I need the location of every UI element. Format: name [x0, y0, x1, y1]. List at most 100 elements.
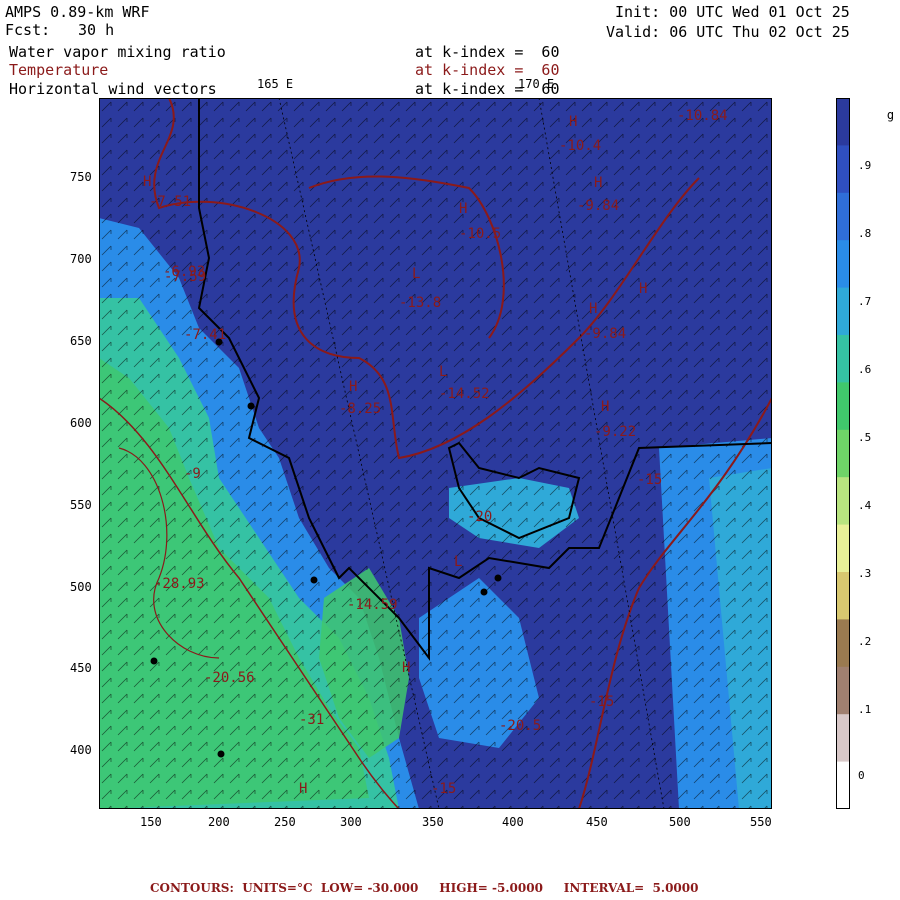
contour-label: H — [299, 781, 307, 797]
contour-label: L — [454, 554, 462, 570]
contour-label: -13.8 — [399, 295, 441, 311]
colorbar-tick-label: 0 — [858, 769, 865, 782]
colorbar-swatch — [836, 761, 850, 809]
colorbar-tick-label: .2 — [858, 635, 872, 648]
y-tick-label: 600 — [70, 416, 92, 430]
colorbar-swatch — [836, 619, 850, 668]
station-marker — [217, 750, 225, 758]
y-tick-label: 750 — [70, 170, 92, 184]
contour-label: H — [349, 379, 357, 395]
x-tick-label: 400 — [502, 815, 524, 829]
forecast-label: Fcst: — [5, 21, 51, 39]
contour-label: -9.22 — [594, 424, 636, 440]
contour-label: -20.56 — [204, 670, 255, 686]
station-marker — [247, 402, 255, 410]
contour-label: H — [594, 175, 602, 191]
valid-time: Valid: 06 UTC Thu 02 Oct 25 — [606, 23, 850, 41]
contour-label: -10.4 — [559, 138, 601, 154]
colorbar-swatch — [836, 666, 850, 715]
contour-label: -9 — [184, 466, 201, 482]
x-tick-label: 150 — [140, 815, 162, 829]
colorbar-tick-label: .6 — [858, 363, 872, 376]
contour-label: L — [412, 266, 420, 282]
station-marker — [480, 588, 488, 596]
contour-label: -15 — [589, 694, 614, 710]
x-tick-label: 500 — [669, 815, 691, 829]
y-tick-label: 550 — [70, 498, 92, 512]
contour-info: CONTOURS: UNITS=°C LOW= -30.000 HIGH= -5… — [150, 881, 699, 895]
y-tick-label: 650 — [70, 334, 92, 348]
contour-label: -14.52 — [439, 386, 490, 402]
contour-label: -28.93 — [154, 576, 205, 592]
model-title: AMPS 0.89-km WRF — [5, 3, 150, 21]
colorbar-swatch — [836, 382, 850, 431]
field-name-temperature: Temperature — [9, 61, 109, 79]
contour-label: -8.25 — [339, 401, 381, 417]
contour-label: -7.41 — [184, 327, 226, 343]
contour-label: H — [143, 174, 151, 190]
colorbar-tick-label: .9 — [858, 159, 872, 172]
colorbar-swatch — [836, 477, 850, 526]
contour-label: H — [459, 201, 467, 217]
station-marker — [494, 574, 502, 582]
colorbar-swatch — [836, 335, 850, 383]
contour-label: H — [569, 114, 577, 130]
contour-label: H — [589, 301, 597, 317]
colorbar-swatch — [836, 429, 850, 478]
y-tick-label: 700 — [70, 252, 92, 266]
colorbar-tick-label: .8 — [858, 227, 872, 240]
colorbar-units: g kg-1 — [886, 108, 895, 122]
x-tick-label: 550 — [750, 815, 772, 829]
longitude-label-165: 165 E — [257, 77, 294, 91]
contour-label: -15 — [637, 472, 662, 488]
contour-label: -31 — [299, 712, 324, 728]
map-plot: H-7.59H-7.51-6.93-7.41H-10.5L-13.8L-14.5… — [99, 98, 772, 809]
station-marker — [150, 657, 158, 665]
x-tick-label: 250 — [274, 815, 296, 829]
contour-label: -10.5 — [459, 226, 501, 242]
x-tick-label: 200 — [208, 815, 230, 829]
colorbar-labels: g kg-1 .9 .8 .7 .6 .5 .4 .3 .2 .1 0 — [856, 94, 900, 814]
colorbar-swatch — [836, 98, 850, 146]
contour-label: -20.5 — [499, 718, 541, 734]
field-name-vapor: Water vapor mixing ratio — [9, 43, 226, 61]
init-time: Init: 00 UTC Wed 01 Oct 25 — [615, 3, 850, 21]
contour-label: H — [639, 281, 647, 297]
contour-label: -9.84 — [584, 326, 626, 342]
contour-label: H — [402, 660, 410, 676]
x-tick-label: 300 — [340, 815, 362, 829]
contour-label: -6.93 — [163, 264, 205, 280]
colorbar-swatch — [836, 524, 850, 573]
field-level-vapor: at k-index = 60 — [415, 43, 560, 61]
colorbar-tick-label: .3 — [858, 567, 872, 580]
x-tick-label: 450 — [586, 815, 608, 829]
contour-label: -7.51 — [149, 194, 191, 210]
colorbar — [836, 98, 850, 809]
y-tick-label: 450 — [70, 661, 92, 675]
contour-label: -10.84 — [677, 108, 728, 124]
contour-label: -14.59 — [347, 597, 398, 613]
colorbar-tick-label: .1 — [858, 703, 872, 716]
colorbar-swatch — [836, 714, 850, 763]
colorbar-swatch — [836, 192, 850, 241]
colorbar-swatch — [836, 572, 850, 620]
colorbar-tick-label: .4 — [858, 499, 872, 512]
field-level-temperature: at k-index = 60 — [415, 61, 560, 79]
contour-label: -9.84 — [577, 198, 619, 214]
colorbar-swatch — [836, 240, 850, 289]
y-tick-label: 500 — [70, 580, 92, 594]
colorbar-swatch — [836, 145, 850, 194]
colorbar-tick-label: .7 — [858, 295, 872, 308]
longitude-label-170: 170 E — [518, 77, 555, 91]
contour-label: L — [439, 364, 447, 380]
y-tick-label: 400 — [70, 743, 92, 757]
contour-label: H — [601, 399, 609, 415]
forecast-hour: 30 h — [78, 21, 115, 39]
field-name-wind: Horizontal wind vectors — [9, 80, 217, 98]
contour-label: -20 — [467, 509, 492, 525]
station-marker — [310, 576, 318, 584]
x-tick-label: 350 — [422, 815, 444, 829]
colorbar-swatch — [836, 287, 850, 336]
contour-label: -15 — [431, 781, 456, 797]
colorbar-tick-label: .5 — [858, 431, 872, 444]
